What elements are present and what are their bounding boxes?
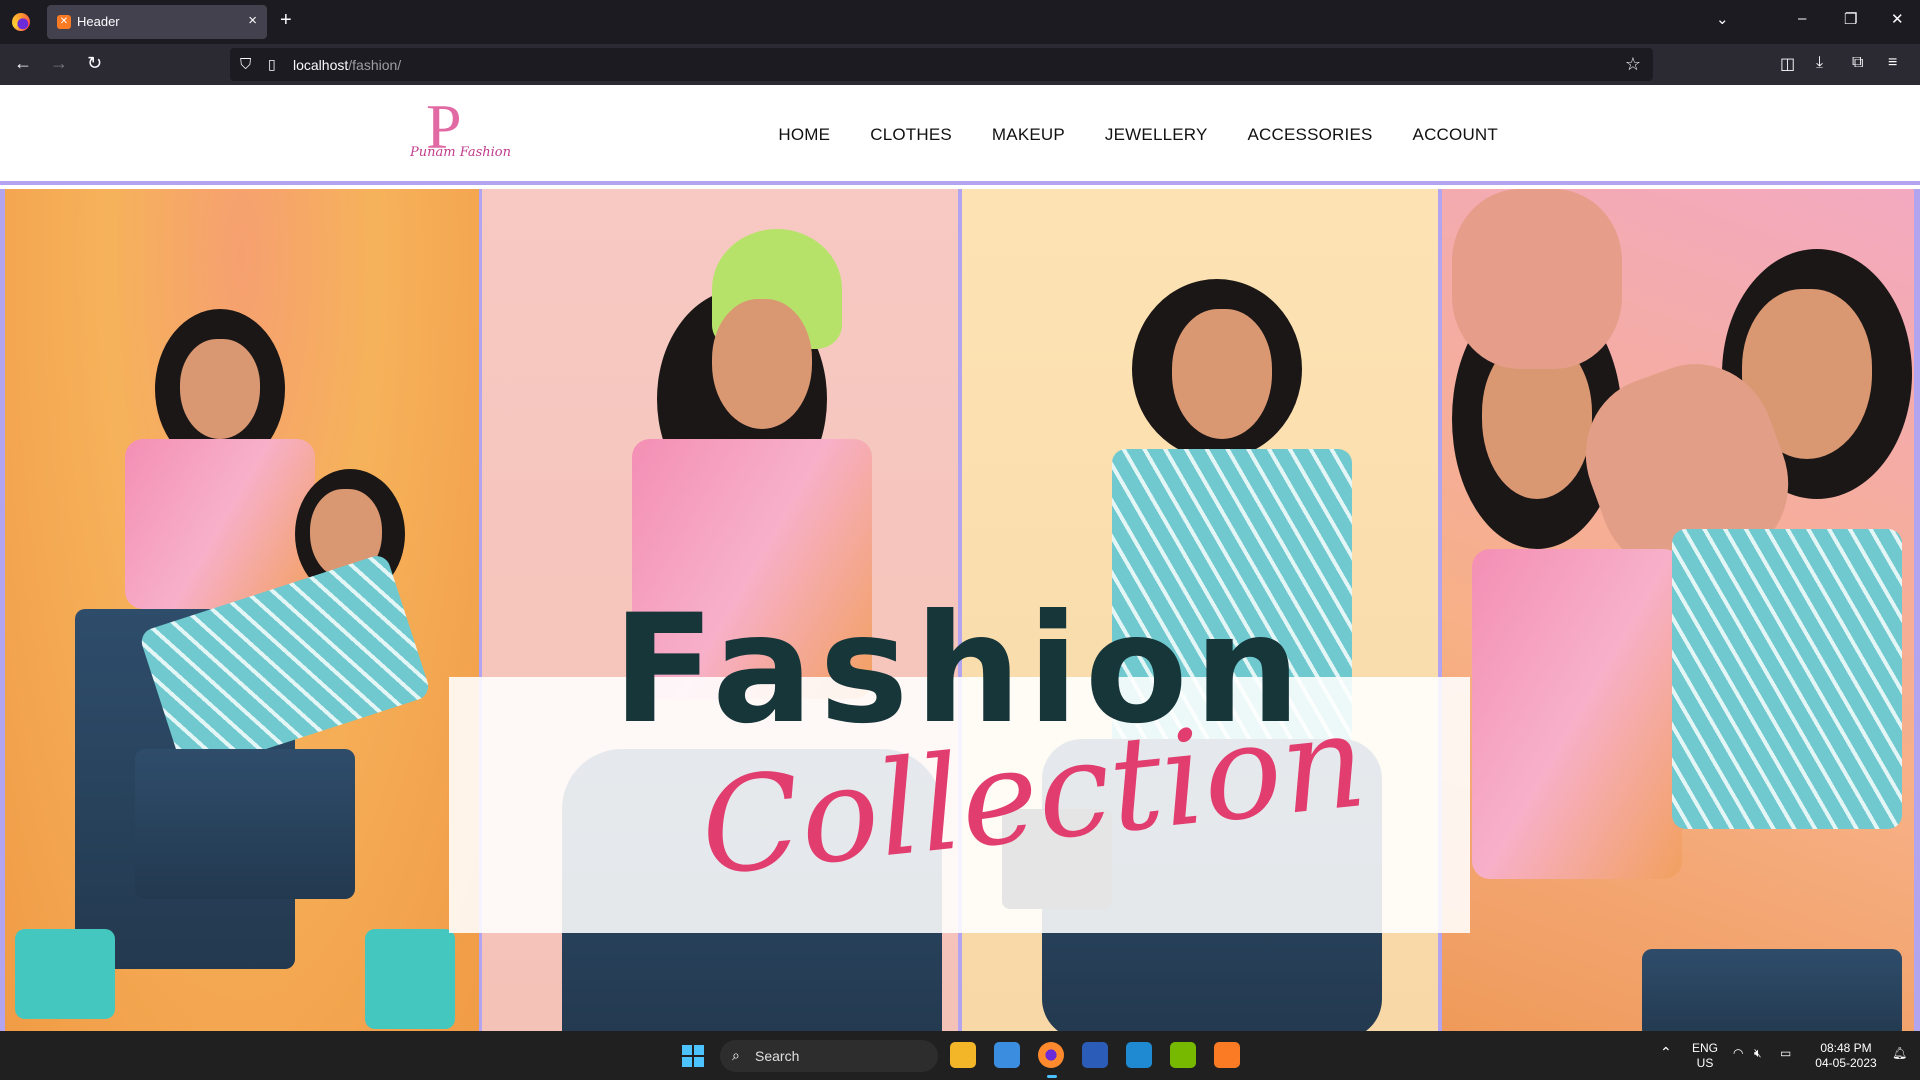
- xampp-favicon-icon: ✕: [57, 15, 71, 29]
- show-hidden-icons-icon[interactable]: ⌃: [1660, 1045, 1672, 1060]
- firefox-taskbar-icon[interactable]: [1038, 1042, 1064, 1068]
- menu-home[interactable]: HOME: [778, 125, 830, 145]
- menu-icon[interactable]: ≡: [1888, 54, 1897, 72]
- back-icon[interactable]: ←: [14, 53, 32, 74]
- browser-tab-bar: ✕ Header × + ⌄ – ❐ ✕: [0, 0, 1920, 44]
- active-app-indicator: [1047, 1075, 1057, 1078]
- firefox-icon[interactable]: [12, 13, 30, 31]
- site-logo[interactable]: P Punam Fashion: [408, 95, 511, 169]
- nvidia-icon[interactable]: [1170, 1042, 1196, 1068]
- close-window-icon[interactable]: ✕: [1891, 10, 1904, 28]
- wifi-icon[interactable]: ◠: [1733, 1046, 1743, 1061]
- minimize-icon[interactable]: –: [1798, 10, 1806, 27]
- taskbar-search[interactable]: ⌕ Search: [720, 1040, 938, 1072]
- reload-icon[interactable]: ↻: [87, 53, 102, 74]
- extensions-icon[interactable]: ⧉: [1852, 54, 1863, 72]
- list-tabs-icon[interactable]: ⌄: [1716, 10, 1729, 28]
- battery-icon[interactable]: ▭: [1780, 1046, 1791, 1061]
- search-icon: ⌕: [732, 1047, 740, 1063]
- menu-accessories[interactable]: ACCESSORIES: [1248, 125, 1373, 145]
- close-tab-icon[interactable]: ×: [248, 12, 257, 29]
- bookmark-star-icon[interactable]: ☆: [1625, 54, 1641, 75]
- windows-taskbar: ⌕ Search ⌃ ENG US ◠ 🔇︎ ▭ 08:48 PM 04-05-…: [0, 1031, 1920, 1080]
- pocket-icon[interactable]: ◫: [1780, 54, 1795, 74]
- xampp-icon[interactable]: [1214, 1042, 1240, 1068]
- download-icon[interactable]: ⤓: [1816, 54, 1823, 72]
- main-menu: HOME CLOTHES MAKEUP JEWELLERY ACCESSORIE…: [778, 125, 1498, 145]
- taskbar-search-label: Search: [755, 1048, 800, 1064]
- restore-icon[interactable]: ❐: [1844, 10, 1857, 28]
- menu-account[interactable]: ACCOUNT: [1413, 125, 1498, 145]
- web-page: P Punam Fashion HOME CLOTHES MAKEUP JEWE…: [0, 85, 1920, 1031]
- logo-script: Punam Fashion: [410, 145, 511, 160]
- clock[interactable]: 08:48 PM 04-05-2023: [1808, 1041, 1884, 1071]
- site-header: P Punam Fashion HOME CLOTHES MAKEUP JEWE…: [0, 85, 1920, 185]
- language-indicator[interactable]: ENG US: [1690, 1041, 1720, 1071]
- volume-muted-icon[interactable]: 🔇︎: [1754, 1046, 1762, 1061]
- browser-nav-bar: ← → ↻ ⛉ ▯ localhost/fashion/ ☆ ◫ ⤓ ⧉ ≡: [0, 44, 1920, 85]
- menu-jewellery[interactable]: JEWELLERY: [1105, 125, 1208, 145]
- tab-title: Header: [77, 14, 120, 29]
- new-tab-icon[interactable]: +: [280, 9, 292, 32]
- file-explorer-icon[interactable]: [950, 1042, 976, 1068]
- menu-clothes[interactable]: CLOTHES: [870, 125, 952, 145]
- notification-icon[interactable]: 🔔︎: [1892, 1046, 1907, 1061]
- shield-icon[interactable]: ⛉: [240, 56, 251, 73]
- hero-photo-4: [1442, 189, 1914, 1031]
- store-icon[interactable]: [994, 1042, 1020, 1068]
- menu-makeup[interactable]: MAKEUP: [992, 125, 1065, 145]
- word-icon[interactable]: [1082, 1042, 1108, 1068]
- hero-photo-1: [5, 189, 479, 1031]
- page-icon: ▯: [268, 56, 276, 72]
- url-bar[interactable]: ⛉ ▯ localhost/fashion/ ☆: [230, 48, 1653, 81]
- url-text[interactable]: localhost/fashion/: [293, 57, 401, 73]
- vscode-icon[interactable]: [1126, 1042, 1152, 1068]
- forward-icon[interactable]: →: [50, 53, 68, 74]
- start-button-icon[interactable]: [682, 1045, 704, 1067]
- tab-header[interactable]: ✕ Header ×: [47, 5, 267, 39]
